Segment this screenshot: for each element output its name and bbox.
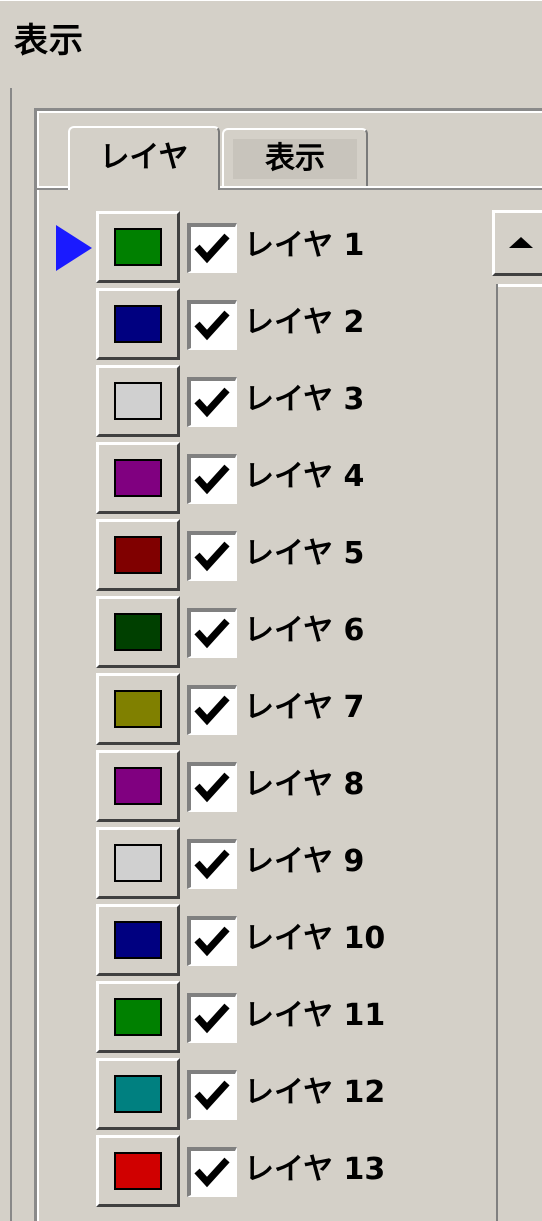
checkmark-icon: [194, 926, 230, 957]
layer-row[interactable]: レイヤ 13: [0, 1133, 490, 1210]
scrollbar-track-highlight: [498, 284, 542, 287]
layer-row[interactable]: レイヤ 8: [0, 748, 490, 825]
layer-color-swatch: [114, 536, 162, 574]
layer-visibility-checkbox[interactable]: [187, 685, 237, 735]
layer-color-button[interactable]: [96, 673, 180, 745]
layer-color-swatch: [114, 998, 162, 1036]
layer-name-label: レイヤ 11: [244, 998, 386, 1033]
layer-color-button[interactable]: [96, 1058, 180, 1130]
layer-color-button[interactable]: [96, 596, 180, 668]
layer-color-button[interactable]: [96, 442, 180, 514]
layer-color-button[interactable]: [96, 981, 180, 1053]
layer-row[interactable]: レイヤ 1: [0, 209, 490, 286]
layer-color-swatch: [114, 228, 162, 266]
layer-color-swatch: [114, 1075, 162, 1113]
layer-name-label: レイヤ 3: [244, 382, 365, 417]
layer-color-swatch: [114, 305, 162, 343]
layer-name-label: レイヤ 1: [244, 228, 365, 263]
layer-color-button[interactable]: [96, 365, 180, 437]
layer-row[interactable]: レイヤ 7: [0, 671, 490, 748]
layer-color-swatch: [114, 1152, 162, 1190]
layer-name-label: レイヤ 8: [244, 767, 365, 802]
layer-name-label: レイヤ 5: [244, 536, 365, 571]
layer-name-label: レイヤ 2: [244, 305, 365, 340]
layer-row[interactable]: レイヤ 12: [0, 1056, 490, 1133]
layer-visibility-checkbox[interactable]: [187, 377, 237, 427]
checkmark-icon: [194, 618, 230, 649]
scroll-up-button[interactable]: [492, 210, 542, 276]
layer-color-button[interactable]: [96, 750, 180, 822]
layer-color-button[interactable]: [96, 1135, 180, 1207]
layer-color-swatch: [114, 690, 162, 728]
checkmark-icon: [194, 849, 230, 880]
checkmark-icon: [194, 695, 230, 726]
tab-layers-label: レイヤ: [99, 140, 189, 175]
layer-name-label: レイヤ 13: [244, 1152, 386, 1187]
checkmark-icon: [194, 387, 230, 418]
layer-visibility-checkbox[interactable]: [187, 531, 237, 581]
layer-row[interactable]: レイヤ 10: [0, 902, 490, 979]
layer-color-swatch: [114, 767, 162, 805]
layer-color-button[interactable]: [96, 288, 180, 360]
layer-color-swatch: [114, 921, 162, 959]
checkmark-icon: [194, 772, 230, 803]
layer-visibility-checkbox[interactable]: [187, 300, 237, 350]
layer-visibility-checkbox[interactable]: [187, 993, 237, 1043]
layer-name-label: レイヤ 7: [244, 690, 365, 725]
layer-color-swatch: [114, 613, 162, 651]
layer-name-label: レイヤ 10: [244, 921, 386, 956]
triangle-up-icon: [509, 237, 533, 248]
layer-visibility-checkbox[interactable]: [187, 223, 237, 273]
layer-color-button[interactable]: [96, 904, 180, 976]
layer-row[interactable]: レイヤ 3: [0, 363, 490, 440]
layer-color-swatch: [114, 382, 162, 420]
layer-color-swatch: [114, 844, 162, 882]
layer-visibility-checkbox[interactable]: [187, 608, 237, 658]
layer-visibility-checkbox[interactable]: [187, 839, 237, 889]
layer-row[interactable]: レイヤ 5: [0, 517, 490, 594]
layer-color-swatch: [114, 459, 162, 497]
layer-row[interactable]: レイヤ 9: [0, 825, 490, 902]
panel-header: 表示: [0, 0, 542, 91]
layer-row[interactable]: レイヤ 6: [0, 594, 490, 671]
triangle-right-icon: [56, 225, 92, 271]
layer-visibility-checkbox[interactable]: [187, 1070, 237, 1120]
checkmark-icon: [194, 464, 230, 495]
layer-name-label: レイヤ 6: [244, 613, 365, 648]
checkmark-icon: [194, 541, 230, 572]
layer-visibility-checkbox[interactable]: [187, 454, 237, 504]
scrollbar-track[interactable]: [496, 284, 542, 1221]
tab-display[interactable]: 表示: [222, 128, 368, 186]
tab-display-label: 表示: [233, 139, 357, 179]
checkmark-icon: [194, 233, 230, 264]
layer-color-button[interactable]: [96, 211, 180, 283]
layer-name-label: レイヤ 12: [244, 1075, 386, 1110]
layer-visibility-checkbox[interactable]: [187, 916, 237, 966]
layer-row[interactable]: レイヤ 4: [0, 440, 490, 517]
layer-name-label: レイヤ 9: [244, 844, 365, 879]
layer-visibility-checkbox[interactable]: [187, 1147, 237, 1197]
layer-color-button[interactable]: [96, 827, 180, 899]
layer-name-label: レイヤ 4: [244, 459, 365, 494]
checkmark-icon: [194, 1080, 230, 1111]
layer-row[interactable]: レイヤ 2: [0, 286, 490, 363]
checkmark-icon: [194, 310, 230, 341]
panel-title: 表示: [14, 21, 84, 61]
layer-color-button[interactable]: [96, 519, 180, 591]
layer-row[interactable]: レイヤ 11: [0, 979, 490, 1056]
tab-layers[interactable]: レイヤ: [68, 126, 220, 190]
checkmark-icon: [194, 1157, 230, 1188]
layer-visibility-checkbox[interactable]: [187, 762, 237, 812]
checkmark-icon: [194, 1003, 230, 1034]
